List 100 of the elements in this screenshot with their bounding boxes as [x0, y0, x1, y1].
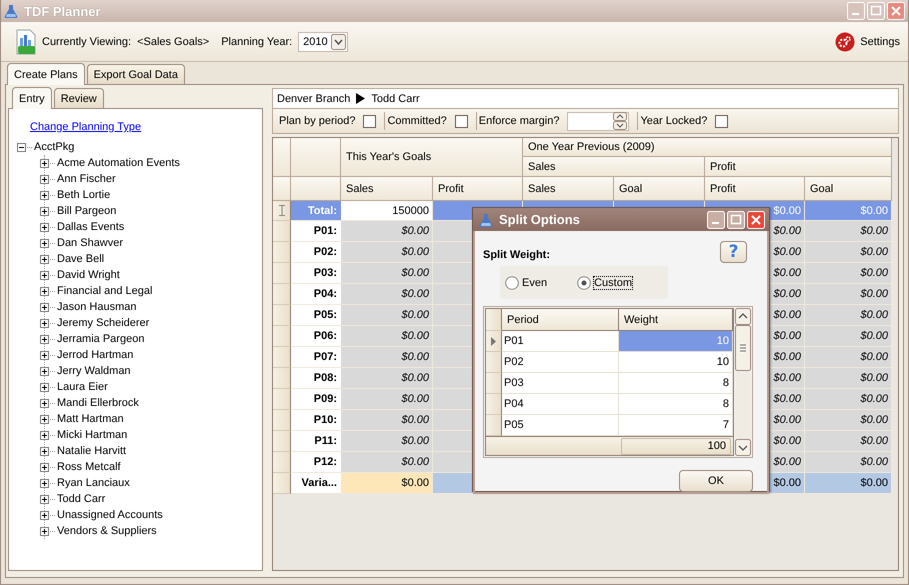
- row-header[interactable]: [273, 473, 291, 494]
- breadcrumb-item[interactable]: Denver Branch: [277, 92, 350, 104]
- row-header[interactable]: [273, 368, 291, 389]
- expand-icon[interactable]: [40, 526, 49, 536]
- tree-item[interactable]: Dave Bell: [57, 253, 104, 265]
- tab[interactable]: Create Plans: [7, 63, 85, 85]
- table-cell: 8: [619, 394, 733, 415]
- expand-icon[interactable]: [40, 446, 49, 456]
- settings-button[interactable]: Settings: [835, 32, 900, 52]
- expand-icon[interactable]: [40, 334, 49, 344]
- column-header: Sales: [341, 177, 433, 201]
- expand-icon[interactable]: [40, 174, 49, 184]
- row-header[interactable]: [273, 347, 291, 368]
- table-cell: P05: [502, 415, 619, 436]
- tree-item[interactable]: Ann Fischer: [57, 173, 116, 185]
- tree-item[interactable]: Ryan Lanciaux: [57, 477, 130, 489]
- tree-item[interactable]: Micki Hartman: [57, 429, 128, 441]
- ok-button[interactable]: OK: [679, 470, 753, 492]
- expand-icon[interactable]: [40, 430, 49, 440]
- tree-item[interactable]: Jerramia Pargeon: [57, 333, 144, 345]
- tree-item[interactable]: Unassigned Accounts: [57, 509, 163, 521]
- close-button[interactable]: [747, 210, 765, 228]
- expand-icon[interactable]: [40, 286, 49, 296]
- tree-item[interactable]: Todd Carr: [57, 493, 106, 505]
- radio-label[interactable]: Custom: [594, 276, 632, 288]
- table-cell: $0.00: [805, 452, 892, 473]
- expand-icon[interactable]: [40, 478, 49, 488]
- expand-icon[interactable]: [40, 158, 49, 168]
- tab[interactable]: Entry: [12, 87, 52, 109]
- margin-spinner[interactable]: [567, 112, 630, 130]
- expand-icon[interactable]: [40, 398, 49, 408]
- tree-item[interactable]: Dallas Events: [57, 221, 124, 233]
- row-header[interactable]: [273, 201, 291, 221]
- row-header[interactable]: [486, 373, 502, 394]
- row-header[interactable]: [486, 331, 502, 352]
- expand-icon[interactable]: [40, 494, 49, 504]
- year-dropdown[interactable]: 2010: [298, 32, 348, 52]
- tree-item[interactable]: Jerry Waldman: [57, 365, 131, 377]
- tree-item[interactable]: Jeremy Scheiderer: [57, 317, 150, 329]
- tree-item[interactable]: Mandi Ellerbrock: [57, 397, 139, 409]
- minimize-button[interactable]: [707, 210, 725, 228]
- row-header[interactable]: [273, 221, 291, 242]
- row-header[interactable]: [273, 431, 291, 452]
- row-header[interactable]: [486, 352, 502, 373]
- tree-item[interactable]: Acme Automation Events: [57, 157, 180, 169]
- expand-icon[interactable]: [40, 190, 49, 200]
- collapse-icon[interactable]: [17, 142, 26, 152]
- checkbox[interactable]: [363, 114, 376, 128]
- expand-icon[interactable]: [40, 222, 49, 232]
- change-planning-type-link[interactable]: Change Planning Type: [30, 119, 142, 135]
- expand-icon[interactable]: [40, 270, 49, 280]
- row-header[interactable]: [273, 452, 291, 473]
- expand-icon[interactable]: [40, 382, 49, 392]
- spin-arrows-icon[interactable]: [613, 112, 628, 130]
- tree-item[interactable]: Matt Hartman: [57, 413, 124, 425]
- tab[interactable]: Export Goal Data: [86, 64, 185, 84]
- expand-icon[interactable]: [40, 366, 49, 376]
- expand-icon[interactable]: [40, 350, 49, 360]
- expand-icon[interactable]: [40, 302, 49, 312]
- expand-icon[interactable]: [40, 238, 49, 248]
- tree-item[interactable]: Natalie Harvitt: [57, 445, 126, 457]
- row-header[interactable]: [273, 389, 291, 410]
- tree-item[interactable]: Dan Shawver: [57, 237, 124, 249]
- scroll-thumb[interactable]: [735, 325, 751, 371]
- row-label: P09:: [291, 389, 341, 410]
- checkbox[interactable]: [454, 114, 468, 128]
- row-header[interactable]: [273, 284, 291, 305]
- radio-label[interactable]: Even: [522, 276, 548, 288]
- tree-item[interactable]: Vendors & Suppliers: [57, 525, 157, 537]
- tab[interactable]: Review: [54, 88, 104, 108]
- row-header[interactable]: [273, 326, 291, 347]
- tree-item[interactable]: Jerrod Hartman: [57, 349, 134, 361]
- row-header[interactable]: [486, 394, 502, 415]
- tree-item[interactable]: Financial and Legal: [57, 285, 152, 297]
- tree-item[interactable]: Laura Eier: [57, 381, 108, 393]
- tree-item[interactable]: Beth Lortie: [57, 189, 110, 201]
- expand-icon[interactable]: [40, 510, 49, 520]
- row-header[interactable]: [273, 305, 291, 326]
- row-header[interactable]: [273, 410, 291, 431]
- table-cell: $0.00: [805, 410, 892, 431]
- expand-icon[interactable]: [40, 318, 49, 328]
- row-header[interactable]: [273, 242, 291, 263]
- scroll-up-button[interactable]: [735, 308, 751, 325]
- checkbox[interactable]: [715, 114, 728, 128]
- expand-icon[interactable]: [40, 206, 49, 216]
- expand-icon[interactable]: [40, 254, 49, 264]
- tree-item[interactable]: Ross Metcalf: [57, 461, 121, 473]
- row-header[interactable]: [486, 415, 502, 436]
- row-header[interactable]: [273, 263, 291, 284]
- tree-item[interactable]: AcctPkg: [34, 141, 74, 153]
- tree-item[interactable]: David Wright: [57, 269, 120, 281]
- breadcrumb-item[interactable]: Todd Carr: [371, 92, 420, 104]
- radio-button[interactable]: [577, 276, 592, 290]
- tree-item[interactable]: Bill Pargeon: [57, 205, 116, 217]
- scroll-down-button[interactable]: [735, 439, 751, 456]
- expand-icon[interactable]: [40, 462, 49, 472]
- expand-icon[interactable]: [40, 414, 49, 424]
- maximize-button[interactable]: [727, 210, 745, 228]
- radio-button[interactable]: [505, 276, 519, 290]
- tree-item[interactable]: Jason Hausman: [57, 301, 136, 313]
